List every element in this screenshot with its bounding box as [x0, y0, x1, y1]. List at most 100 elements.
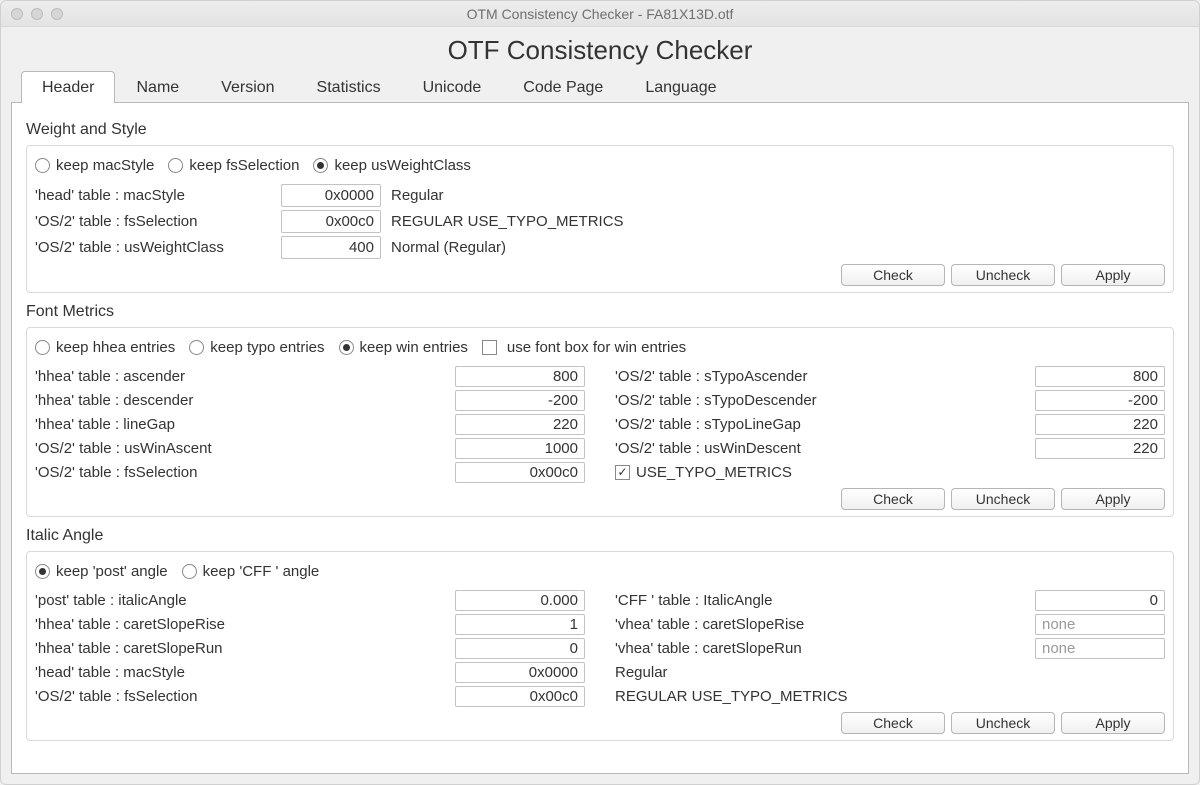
check-button[interactable]: Check: [841, 712, 945, 734]
field-label: 'vhea' table : caretSlopeRise: [615, 616, 1029, 633]
apply-button[interactable]: Apply: [1061, 712, 1165, 734]
field-desc: REGULAR USE_TYPO_METRICS: [391, 213, 624, 230]
hhea-ascender-input[interactable]: [455, 366, 585, 387]
field-label: 'OS/2' table : usWinAscent: [35, 440, 449, 457]
field-label: 'hhea' table : caretSlopeRun: [35, 640, 449, 657]
vhea-caretsloperise-input: [1035, 614, 1165, 635]
titlebar: OTM Consistency Checker - FA81X13D.otf: [1, 1, 1199, 27]
italic-left-col: 'post' table : italicAngle 'hhea' table …: [35, 588, 585, 708]
hhea-caretsloperise-input[interactable]: [455, 614, 585, 635]
checkbox-label: USE_TYPO_METRICS: [636, 464, 792, 481]
uncheck-button[interactable]: Uncheck: [951, 488, 1055, 510]
italic-radio-row: keep 'post' angle keep 'CFF ' angle: [35, 558, 1165, 584]
italic-right-col: 'CFF ' table : ItalicAngle 'vhea' table …: [615, 588, 1165, 708]
tab-label: Unicode: [423, 79, 482, 96]
field-label: 'OS/2' table : fsSelection: [35, 688, 449, 705]
radio-keep-fsselection[interactable]: keep fsSelection: [168, 157, 299, 174]
tab-label: Version: [221, 79, 274, 96]
tab-statistics[interactable]: Statistics: [296, 71, 402, 103]
radio-keep-cff-angle[interactable]: keep 'CFF ' angle: [182, 563, 320, 580]
check-button[interactable]: Check: [841, 488, 945, 510]
group-weight-style: keep macStyle keep fsSelection keep usWe…: [26, 145, 1174, 293]
app-window: OTM Consistency Checker - FA81X13D.otf O…: [0, 0, 1200, 785]
field-desc: Regular: [391, 187, 444, 204]
tab-version[interactable]: Version: [200, 71, 295, 103]
tabbar: Header Name Version Statistics Unicode C…: [11, 70, 1189, 103]
fsselection-input[interactable]: [281, 210, 381, 233]
radio-keep-post-angle[interactable]: keep 'post' angle: [35, 563, 168, 580]
italic-grid: 'post' table : italicAngle 'hhea' table …: [35, 588, 1165, 708]
field-label: 'hhea' table : descender: [35, 392, 449, 409]
tab-label: Language: [645, 79, 716, 96]
weight-row: 'OS/2' table : fsSelection REGULAR USE_T…: [35, 208, 1165, 234]
tab-label: Header: [42, 79, 94, 96]
minimize-icon[interactable]: [31, 8, 43, 20]
field-label: 'hhea' table : ascender: [35, 368, 449, 385]
field-label: 'post' table : italicAngle: [35, 592, 449, 609]
uswinascent-input[interactable]: [455, 438, 585, 459]
field-label: 'CFF ' table : ItalicAngle: [615, 592, 1029, 609]
weight-row: 'head' table : macStyle Regular: [35, 182, 1165, 208]
post-italicangle-input[interactable]: [455, 590, 585, 611]
page-title: OTF Consistency Checker: [1, 27, 1199, 70]
tab-name[interactable]: Name: [115, 71, 200, 103]
radio-keep-hhea[interactable]: keep hhea entries: [35, 339, 175, 356]
checkbox-use-font-box[interactable]: [482, 340, 497, 355]
cff-italicangle-input[interactable]: [1035, 590, 1165, 611]
metrics-left-col: 'hhea' table : ascender 'hhea' table : d…: [35, 364, 585, 484]
checkbox-use-typo-metrics[interactable]: ✓: [615, 465, 630, 480]
zoom-icon[interactable]: [51, 8, 63, 20]
weight-row: 'OS/2' table : usWeightClass Normal (Reg…: [35, 234, 1165, 260]
tab-codepage[interactable]: Code Page: [502, 71, 624, 103]
window-title: OTM Consistency Checker - FA81X13D.otf: [1, 6, 1199, 22]
os2-fsselection-italic-input[interactable]: [455, 686, 585, 707]
tab-language[interactable]: Language: [624, 71, 737, 103]
field-label: 'OS/2' table : fsSelection: [35, 464, 449, 481]
apply-button[interactable]: Apply: [1061, 488, 1165, 510]
radio-keep-usweightclass[interactable]: keep usWeightClass: [313, 157, 470, 174]
check-button[interactable]: Check: [841, 264, 945, 286]
field-label: 'OS/2' table : sTypoLineGap: [615, 416, 1029, 433]
metrics-grid: 'hhea' table : ascender 'hhea' table : d…: [35, 364, 1165, 484]
hhea-descender-input[interactable]: [455, 390, 585, 411]
stypoascender-input[interactable]: [1035, 366, 1165, 387]
head-macstyle-input[interactable]: [455, 662, 585, 683]
tab-label: Code Page: [523, 79, 603, 96]
uncheck-button[interactable]: Uncheck: [951, 712, 1055, 734]
field-label: 'OS/2' table : usWeightClass: [35, 239, 275, 256]
apply-button[interactable]: Apply: [1061, 264, 1165, 286]
radio-keep-win[interactable]: keep win entries: [339, 339, 468, 356]
checkbox-label: use font box for win entries: [507, 339, 686, 356]
uncheck-button[interactable]: Uncheck: [951, 264, 1055, 286]
section-title-italic: Italic Angle: [26, 527, 1174, 545]
field-label: 'vhea' table : caretSlopeRun: [615, 640, 1029, 657]
weight-radio-row: keep macStyle keep fsSelection keep usWe…: [35, 152, 1165, 178]
macstyle-input[interactable]: [281, 184, 381, 207]
tab-unicode[interactable]: Unicode: [402, 71, 503, 103]
button-row-italic: Check Uncheck Apply: [35, 712, 1165, 734]
field-desc: REGULAR USE_TYPO_METRICS: [615, 688, 1165, 705]
section-title-metrics: Font Metrics: [26, 303, 1174, 321]
tab-header[interactable]: Header: [21, 71, 115, 103]
button-row-weight: Check Uncheck Apply: [35, 264, 1165, 286]
tab-content: Weight and Style keep macStyle keep fsSe…: [11, 103, 1189, 774]
stypodescender-input[interactable]: [1035, 390, 1165, 411]
field-label: 'hhea' table : lineGap: [35, 416, 449, 433]
uswindescent-input[interactable]: [1035, 438, 1165, 459]
field-desc: Regular: [615, 664, 1165, 681]
tab-label: Name: [136, 79, 179, 96]
radio-keep-typo[interactable]: keep typo entries: [189, 339, 324, 356]
metrics-radio-row: keep hhea entries keep typo entries keep…: [35, 334, 1165, 360]
vhea-caretsloperun-input: [1035, 638, 1165, 659]
stypolinegap-input[interactable]: [1035, 414, 1165, 435]
radio-keep-macstyle[interactable]: keep macStyle: [35, 157, 154, 174]
usweightclass-input[interactable]: [281, 236, 381, 259]
close-icon[interactable]: [11, 8, 23, 20]
hhea-linegap-input[interactable]: [455, 414, 585, 435]
fsselection-metrics-input[interactable]: [455, 462, 585, 483]
metrics-right-col: 'OS/2' table : sTypoAscender 'OS/2' tabl…: [615, 364, 1165, 484]
field-label: 'OS/2' table : sTypoAscender: [615, 368, 1029, 385]
hhea-caretsloperun-input[interactable]: [455, 638, 585, 659]
field-desc: Normal (Regular): [391, 239, 506, 256]
group-italic-angle: keep 'post' angle keep 'CFF ' angle 'pos…: [26, 551, 1174, 741]
